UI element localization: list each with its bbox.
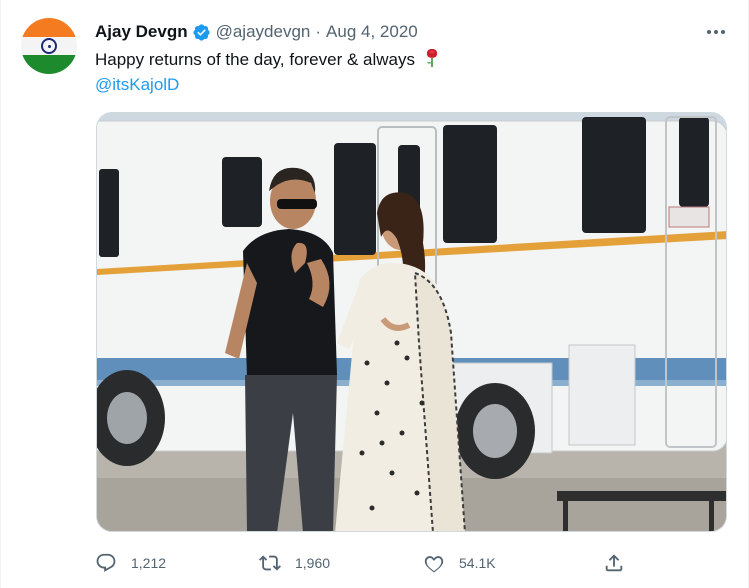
share-icon [605, 554, 623, 572]
more-dot [714, 30, 718, 34]
verified-badge-icon [192, 23, 210, 41]
more-options-icon[interactable] [702, 22, 730, 42]
retweet-icon [259, 555, 281, 571]
tweet-header: Ajay Devgn @ajaydevgn · Aug 4, 2020 [95, 20, 418, 44]
more-dot [707, 30, 711, 34]
author-handle[interactable]: @ajaydevgn [216, 22, 311, 42]
mention-link[interactable]: @itsKajolD [95, 73, 179, 97]
share-button[interactable] [603, 548, 625, 578]
tweet[interactable]: Ajay Devgn @ajaydevgn · Aug 4, 2020 Happ… [0, 0, 749, 588]
avatar[interactable] [21, 18, 77, 74]
retweet-count: 1,960 [295, 555, 331, 571]
more-dot [721, 30, 725, 34]
photo-illustration [97, 113, 726, 531]
tweet-photo[interactable] [96, 112, 727, 532]
ashoka-chakra-icon [41, 38, 57, 54]
flag-saffron-band [21, 18, 77, 37]
tweet-date[interactable]: Aug 4, 2020 [326, 22, 418, 42]
reply-count: 1,212 [131, 555, 167, 571]
tweet-body: Happy returns of the day, forever & alwa… [95, 50, 416, 69]
flag-green-band [21, 55, 77, 74]
author-name[interactable]: Ajay Devgn [95, 22, 188, 42]
reply-icon [96, 553, 116, 572]
like-icon [424, 556, 444, 573]
header-separator: · [315, 22, 322, 41]
reply-button[interactable]: 1,212 [95, 548, 166, 578]
tweet-actions: 1,212 1,960 54.1K [95, 548, 635, 578]
retweet-button[interactable]: 1,960 [259, 548, 330, 578]
like-button[interactable]: 54.1K [423, 548, 496, 578]
tweet-text: Happy returns of the day, forever & alwa… [95, 48, 440, 72]
rose-emoji [426, 49, 437, 67]
like-count: 54.1K [459, 555, 496, 571]
